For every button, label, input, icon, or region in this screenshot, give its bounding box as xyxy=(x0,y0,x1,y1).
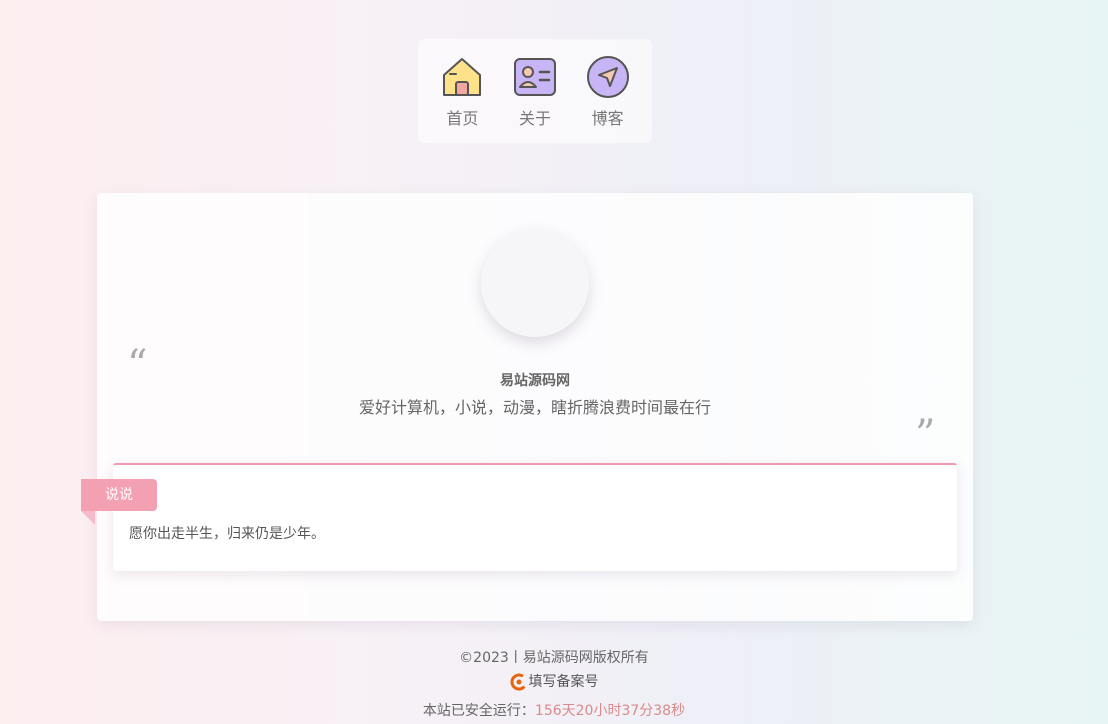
profile-card: “ 易站源码网 爱好计算机，小说，动漫，瞎折腾浪费时间最在行 ” 说说 愿你出走… xyxy=(81,193,973,621)
copyright-text: ©2023丨易站源码网版权所有 xyxy=(459,650,649,666)
navigation-arrow-icon xyxy=(586,56,629,98)
nav-item-home-label: 首页 xyxy=(446,109,479,128)
talk-tag-fold xyxy=(81,511,95,525)
runtime-value: 156天20小时37分38秒 xyxy=(534,703,686,719)
beian-text: 填写备案号 xyxy=(528,674,599,690)
runtime-line: 本站已安全运行：156天20小时37分38秒 xyxy=(0,699,1108,723)
beian-link[interactable]: 填写备案号 xyxy=(510,670,599,694)
top-nav: 首页 关于 博客 xyxy=(418,39,652,143)
quote-close-mark: ” xyxy=(915,412,936,458)
beian-icon xyxy=(510,673,527,691)
nav-item-home[interactable]: 首页 xyxy=(432,55,492,129)
talk-tag: 说说 xyxy=(81,479,157,511)
site-motto: 爱好计算机，小说，动漫，瞎折腾浪费时间最在行 xyxy=(358,398,711,417)
nav-item-about[interactable]: 关于 xyxy=(505,55,565,129)
nav-item-about-label: 关于 xyxy=(518,109,551,128)
runtime-label: 本站已安全运行： xyxy=(422,703,535,719)
avatar[interactable] xyxy=(481,229,589,337)
talk-text: 愿你出走半生，归来仍是少年。 xyxy=(129,526,325,542)
nav-item-blog[interactable]: 博客 xyxy=(578,55,638,129)
nav-item-blog-label: 博客 xyxy=(591,109,624,128)
footer: ©2023丨易站源码网版权所有 填写备案号 本站已安全运行：156天20小时37… xyxy=(0,646,1108,723)
site-name: 易站源码网 xyxy=(500,373,570,389)
talk-box: 说说 愿你出走半生，归来仍是少年。 xyxy=(81,463,957,571)
home-icon xyxy=(443,58,482,96)
id-card-icon xyxy=(513,58,556,96)
